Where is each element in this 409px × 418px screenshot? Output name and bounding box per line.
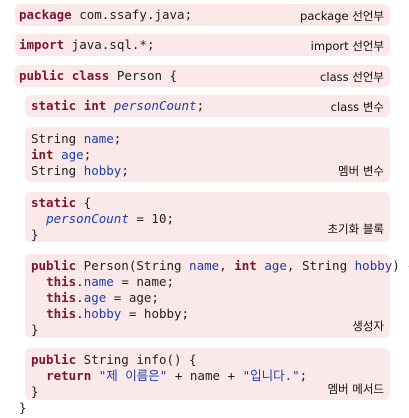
semicolon: ;	[113, 131, 122, 146]
method-code: public String info() { return "제 이름은" + …	[31, 352, 307, 400]
hobby-field: hobby	[83, 163, 122, 178]
initializer-block: static { personCount = 10;} 초기화 블록	[25, 192, 390, 242]
method-block: public String info() { return "제 이름은" + …	[25, 348, 390, 400]
package-code: package com.ssafy.java;	[19, 7, 192, 23]
class-declaration-label: class 선언부	[320, 70, 384, 84]
import-declaration-label: import 선언부	[310, 39, 384, 53]
semicolon: ;	[121, 163, 129, 178]
person-count-variable: personCount	[113, 98, 197, 113]
constructor-block: public Person(String name, int age, Stri…	[25, 254, 409, 338]
class-keyword: class	[71, 68, 110, 83]
this-name-line: this.name = name;	[31, 274, 409, 290]
class-closing-brace: }	[19, 400, 27, 415]
dot: .	[76, 274, 84, 289]
param-hobby: hobby	[354, 258, 393, 273]
signature-end: ) {	[392, 258, 409, 273]
name-field: name	[83, 131, 114, 146]
method-label: 멤버 메서드	[327, 382, 384, 396]
static-open-line: static {	[31, 195, 174, 211]
constructor-signature: public Person(String name, int age, Stri…	[31, 258, 409, 274]
concat-expression: + name +	[167, 368, 243, 383]
assignment: = hobby;	[121, 306, 190, 321]
signature-part: , String	[286, 258, 355, 273]
int-keyword: int	[83, 98, 107, 113]
person-count-variable: personCount	[46, 211, 129, 226]
import-keyword: import	[19, 37, 65, 52]
this-keyword: this	[46, 290, 77, 305]
close-brace: }	[31, 384, 39, 399]
method-close: }	[31, 384, 307, 400]
class-variable-label: class 변수	[330, 100, 384, 114]
semicolon: ;	[83, 147, 92, 162]
package-name: com.ssafy.java;	[71, 7, 193, 22]
param-name: name	[189, 258, 220, 273]
param-age: age	[264, 258, 287, 273]
hobby-field-line: String hobby;	[31, 163, 129, 179]
string-type: String	[31, 163, 84, 178]
age-field: age	[61, 147, 84, 162]
separator: ,	[219, 258, 235, 273]
class-variable-code: static int personCount;	[31, 98, 204, 114]
string-literal: "입니다."	[242, 368, 300, 383]
import-code: import java.sql.*;	[19, 37, 154, 53]
int-keyword: int	[31, 147, 54, 162]
initializer-label: 초기화 블록	[327, 222, 384, 236]
constructor-label: 생성자	[352, 319, 384, 333]
string-literal: "제 이름은"	[98, 368, 168, 383]
signature-part: Person(String	[76, 258, 190, 273]
dot: .	[76, 306, 84, 321]
import-path: java.sql.*;	[64, 37, 155, 52]
open-brace: {	[76, 195, 92, 210]
this-age-line: this.age = age;	[31, 290, 409, 306]
method-signature-text: String info() {	[76, 352, 197, 367]
member-variable-block: String name; int age; String hobby; 멤버 변수	[25, 127, 390, 182]
public-keyword: public	[19, 68, 65, 83]
return-keyword: return	[46, 368, 92, 383]
semicolon: ;	[299, 368, 308, 383]
age-field-line: int age;	[31, 147, 129, 163]
initializer-code: static { personCount = 10;}	[31, 195, 174, 243]
this-keyword: this	[46, 306, 77, 321]
public-keyword: public	[31, 352, 77, 367]
class-variable-block: static int personCount; class 변수	[25, 95, 390, 117]
field-hobby: hobby	[83, 306, 122, 321]
static-close-line: }	[31, 227, 174, 243]
assignment: = 10;	[128, 211, 175, 226]
assignment: = age;	[106, 290, 159, 305]
field-name: name	[83, 274, 114, 289]
class-declaration-block: public class Person { class 선언부	[15, 65, 390, 87]
semicolon: ;	[196, 98, 205, 113]
name-field-line: String name;	[31, 131, 129, 147]
static-keyword: static	[31, 195, 77, 210]
package-declaration-block: package com.ssafy.java; package 선언부	[15, 4, 390, 26]
class-name: Person {	[109, 68, 178, 83]
assignment-line: personCount = 10;	[31, 211, 174, 227]
dot: .	[76, 290, 84, 305]
import-declaration-block: import java.sql.*; import 선언부	[15, 34, 390, 56]
member-variable-code: String name; int age; String hobby;	[31, 131, 129, 179]
return-line: return "제 이름은" + name + "입니다.";	[31, 368, 307, 384]
assignment: = name;	[113, 274, 175, 289]
method-signature: public String info() {	[31, 352, 307, 368]
field-age: age	[83, 290, 107, 305]
package-keyword: package	[19, 7, 72, 22]
int-keyword: int	[234, 258, 257, 273]
member-variable-label: 멤버 변수	[338, 164, 384, 178]
this-keyword: this	[46, 274, 77, 289]
package-declaration-label: package 선언부	[300, 9, 384, 23]
public-keyword: public	[31, 258, 77, 273]
close-brace: }	[31, 227, 39, 242]
string-type: String	[31, 131, 84, 146]
class-declaration-code: public class Person {	[19, 68, 177, 84]
static-keyword: static	[31, 98, 77, 113]
close-brace: }	[31, 322, 39, 337]
